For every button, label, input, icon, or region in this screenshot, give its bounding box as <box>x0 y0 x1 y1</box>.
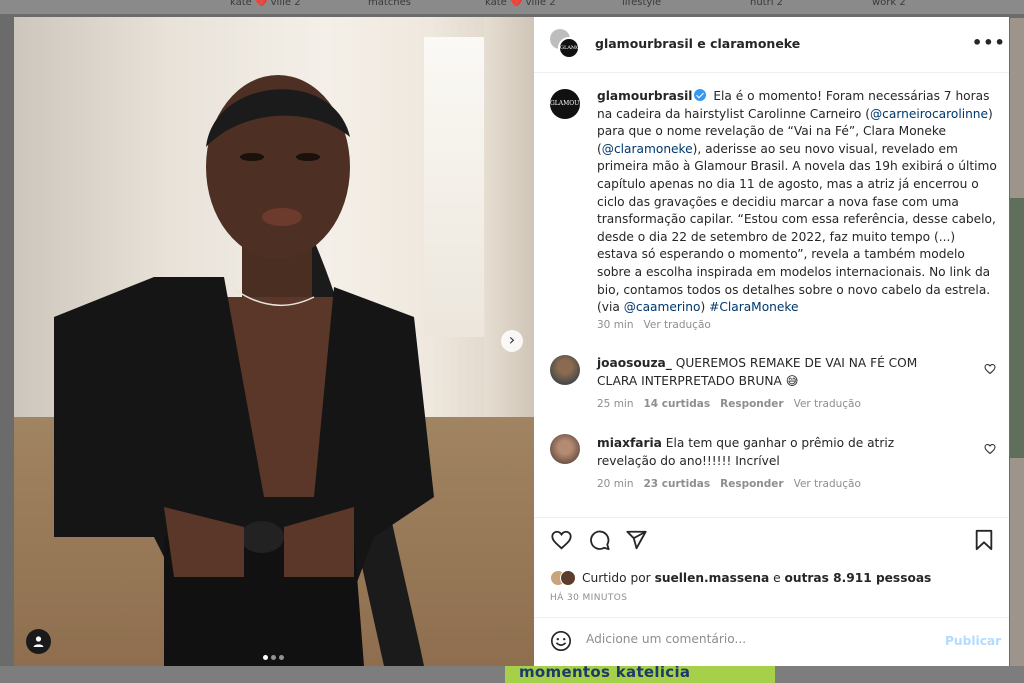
post-timestamp[interactable]: HÁ 30 MINUTOS <box>550 593 627 603</box>
likes-summary: Curtido por suellen.massena e outras 8.9… <box>550 570 931 586</box>
caption-avatar[interactable]: GLAMOUR <box>550 89 584 119</box>
post-authors[interactable]: glamourbrasil e claramoneke <box>595 36 800 51</box>
highlight-label[interactable]: work 2 <box>872 0 906 8</box>
carousel-dot <box>263 655 268 660</box>
caption-text: ), aderisse ao seu novo visual, revelado… <box>597 141 997 315</box>
caption-meta: 30 min Ver tradução <box>597 319 721 331</box>
verified-badge-icon <box>694 89 707 101</box>
portrait-illustration <box>54 75 434 666</box>
liker-avatar <box>560 570 576 586</box>
comment-likes[interactable]: 23 curtidas <box>644 478 711 490</box>
reply-button[interactable]: Responder <box>720 398 783 410</box>
commenter-avatar[interactable] <box>550 434 580 464</box>
carousel-dots <box>263 645 287 664</box>
likes-conjunction: e <box>769 571 785 585</box>
like-heart-icon[interactable] <box>550 529 573 551</box>
comment-time[interactable]: 25 min <box>597 398 634 410</box>
see-translation-link[interactable]: Ver tradução <box>794 398 861 410</box>
feed-banner: momentos katelicia <box>505 663 775 683</box>
caption-text: ) <box>700 300 710 315</box>
post-side-panel: GLAMOUR glamourbrasil e claramoneke ••• … <box>534 17 1009 666</box>
mention-link[interactable]: @claramoneke <box>602 142 693 156</box>
highlight-label[interactable]: matches <box>368 0 411 8</box>
reply-button[interactable]: Responder <box>720 478 783 490</box>
caption-time[interactable]: 30 min <box>597 319 634 331</box>
hashtag-link[interactable]: #ClaraMoneke <box>709 300 798 314</box>
share-send-icon[interactable] <box>625 529 648 551</box>
comment-likes[interactable]: 14 curtidas <box>644 398 711 410</box>
see-translation-link[interactable]: Ver tradução <box>644 319 711 331</box>
author-avatar[interactable]: GLAMOUR <box>558 37 588 59</box>
comment-input[interactable] <box>586 632 926 646</box>
comment-item: miaxfaria Ela tem que ganhar o prêmio de… <box>597 435 957 470</box>
background-feed-preview <box>1010 18 1024 666</box>
post-modal: › GLAMOUR glamourbrasil e claramoneke ••… <box>14 17 1009 666</box>
carousel-dot <box>271 655 276 660</box>
caption-username[interactable]: glamourbrasil <box>597 89 692 103</box>
comment-username[interactable]: joaosouza_ <box>597 356 672 370</box>
highlight-label[interactable]: kate 💔 ville 2 <box>230 0 301 8</box>
commenter-avatar[interactable] <box>550 355 580 385</box>
user-icon <box>33 636 44 647</box>
carousel-dot <box>279 655 284 660</box>
comment-time[interactable]: 20 min <box>597 478 634 490</box>
highlight-label[interactable]: lifestyle <box>622 0 661 8</box>
comment-bubble-icon[interactable] <box>588 529 611 551</box>
highlight-label[interactable]: kate 💔 ville 2 <box>485 0 556 8</box>
like-comment-heart-icon[interactable] <box>984 363 996 375</box>
like-comment-heart-icon[interactable] <box>984 443 996 455</box>
highlight-label[interactable]: nutri 2 <box>750 0 783 8</box>
emoji-icon[interactable] <box>550 630 572 652</box>
comment-username[interactable]: miaxfaria <box>597 436 662 450</box>
tagged-users-button[interactable] <box>26 629 51 654</box>
post-header: GLAMOUR glamourbrasil e claramoneke ••• <box>534 17 1009 73</box>
mention-link[interactable]: @carneirocarolinne <box>870 107 988 121</box>
likes-count[interactable]: outras 8.911 pessoas <box>785 571 932 585</box>
publish-button[interactable]: Publicar <box>945 634 1001 648</box>
see-translation-link[interactable]: Ver tradução <box>794 478 861 490</box>
post-photo[interactable]: › <box>14 17 534 666</box>
next-slide-button[interactable]: › <box>501 330 523 352</box>
comment-meta: 20 min 23 curtidas Responder Ver tradução <box>597 478 871 490</box>
save-bookmark-icon[interactable] <box>974 529 994 551</box>
add-comment-bar: Publicar <box>534 617 1009 666</box>
comment-meta: 25 min 14 curtidas Responder Ver tradução <box>597 398 871 410</box>
background-feed-bottom: momentos katelicia <box>0 663 1024 683</box>
feed-highlights-strip: kate 💔 ville 2 matches kate 💔 ville 2 li… <box>0 0 1024 14</box>
post-caption: glamourbrasil Ela é o momento! Foram nec… <box>597 88 997 317</box>
more-options-icon[interactable]: ••• <box>972 33 1006 52</box>
mention-link[interactable]: @caamerino <box>624 300 701 314</box>
comment-item: joaosouza_ QUEREMOS REMAKE DE VAI NA FÉ … <box>597 355 957 390</box>
liker-username[interactable]: suellen.massena <box>655 571 770 585</box>
likes-prefix: Curtido por <box>582 571 655 585</box>
